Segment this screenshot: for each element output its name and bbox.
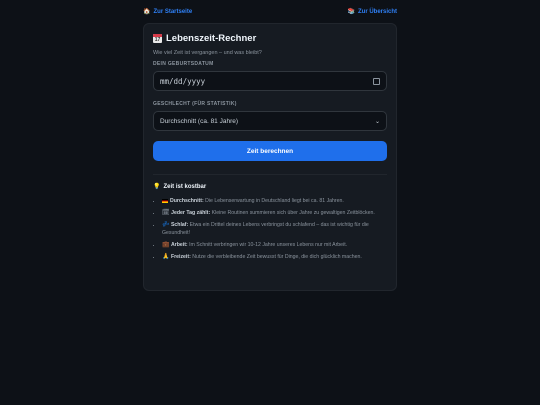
info-heading: 💡 Zeit ist kostbar (153, 183, 387, 190)
list-item: 💤 Schlaf: Etwa ein Drittel deines Lebens… (162, 221, 387, 238)
list-item-text: Kleine Routinen summieren sich über Jahr… (210, 209, 375, 216)
home-link[interactable]: 🏠 Zur Startseite (143, 8, 192, 15)
list-item: 🗓 Jeder Tag zählt: Kleine Routinen summi… (162, 209, 387, 217)
list-item-bold: Jeder Tag zählt: (171, 209, 211, 216)
list-item-bold: Schlaf: (170, 221, 189, 228)
birthdate-input[interactable]: mm/dd/yyyy (153, 71, 387, 91)
card-header: Lebenszeit-Rechner (153, 33, 387, 44)
top-navigation: 🏠 Zur Startseite 📚 Zur Übersicht (143, 8, 397, 15)
praying-hands-icon: 🙏 (162, 252, 170, 260)
info-list: Durchschnitt: Die Lebenserwartung in Deu… (153, 197, 387, 261)
birthdate-label: Dein Geburtsdatum (153, 61, 214, 67)
calculator-card: Lebenszeit-Rechner Wie viel Zeit ist ver… (143, 23, 397, 291)
gender-label: Geschlecht (für Statistik) (153, 101, 237, 107)
overview-link[interactable]: 📚 Zur Übersicht (348, 8, 398, 15)
list-item: 🙏 Freizeit: Nutze die verbleibende Zeit … (162, 253, 387, 261)
gender-selected-value: Durchschnitt (ca. 81 Jahre) (160, 117, 239, 125)
section-divider (153, 174, 387, 175)
house-icon: 🏠 (143, 8, 151, 15)
list-item-text: Im Schnitt verbringen wir 10-12 Jahre un… (187, 241, 348, 248)
page-title: Lebenszeit-Rechner (166, 33, 257, 44)
list-item-text: Etwa ein Drittel deines Lebens verbrings… (162, 221, 369, 236)
info-title: Zeit ist kostbar (163, 183, 207, 190)
calendar-icon (153, 34, 162, 43)
birthdate-placeholder: mm/dd/yyyy (160, 76, 206, 86)
home-link-label: Zur Startseite (153, 8, 193, 15)
list-item-bold: Arbeit: (170, 241, 188, 248)
gender-select[interactable]: Durchschnitt (ca. 81 Jahre) ⌄ (153, 111, 387, 131)
date-picker-icon[interactable] (373, 77, 380, 85)
calculate-button[interactable]: Zeit berechnen (153, 141, 387, 161)
lightbulb-icon: 💡 (153, 183, 161, 190)
german-flag-icon (162, 198, 168, 203)
overview-link-label: Zur Übersicht (357, 8, 397, 15)
list-item-text: Die Lebenserwartung in Deutschland liegt… (203, 198, 344, 204)
list-item-bold: Durchschnitt: (170, 198, 204, 204)
list-item-text: Nutze die verbleibende Zeit bewusst für … (190, 253, 362, 260)
list-item: 💼 Arbeit: Im Schnitt verbringen wir 10-1… (162, 241, 387, 249)
chevron-down-icon: ⌄ (374, 118, 380, 125)
card-subtitle: Wie viel Zeit ist vergangen – und was bl… (153, 50, 262, 56)
list-item: Durchschnitt: Die Lebenserwartung in Deu… (162, 197, 387, 205)
briefcase-icon: 💼 (162, 240, 170, 248)
list-item-bold: Freizeit: (170, 253, 191, 260)
sleep-icon: 💤 (162, 220, 170, 228)
books-icon: 📚 (347, 8, 355, 15)
calendar-icon: 🗓 (162, 208, 170, 216)
